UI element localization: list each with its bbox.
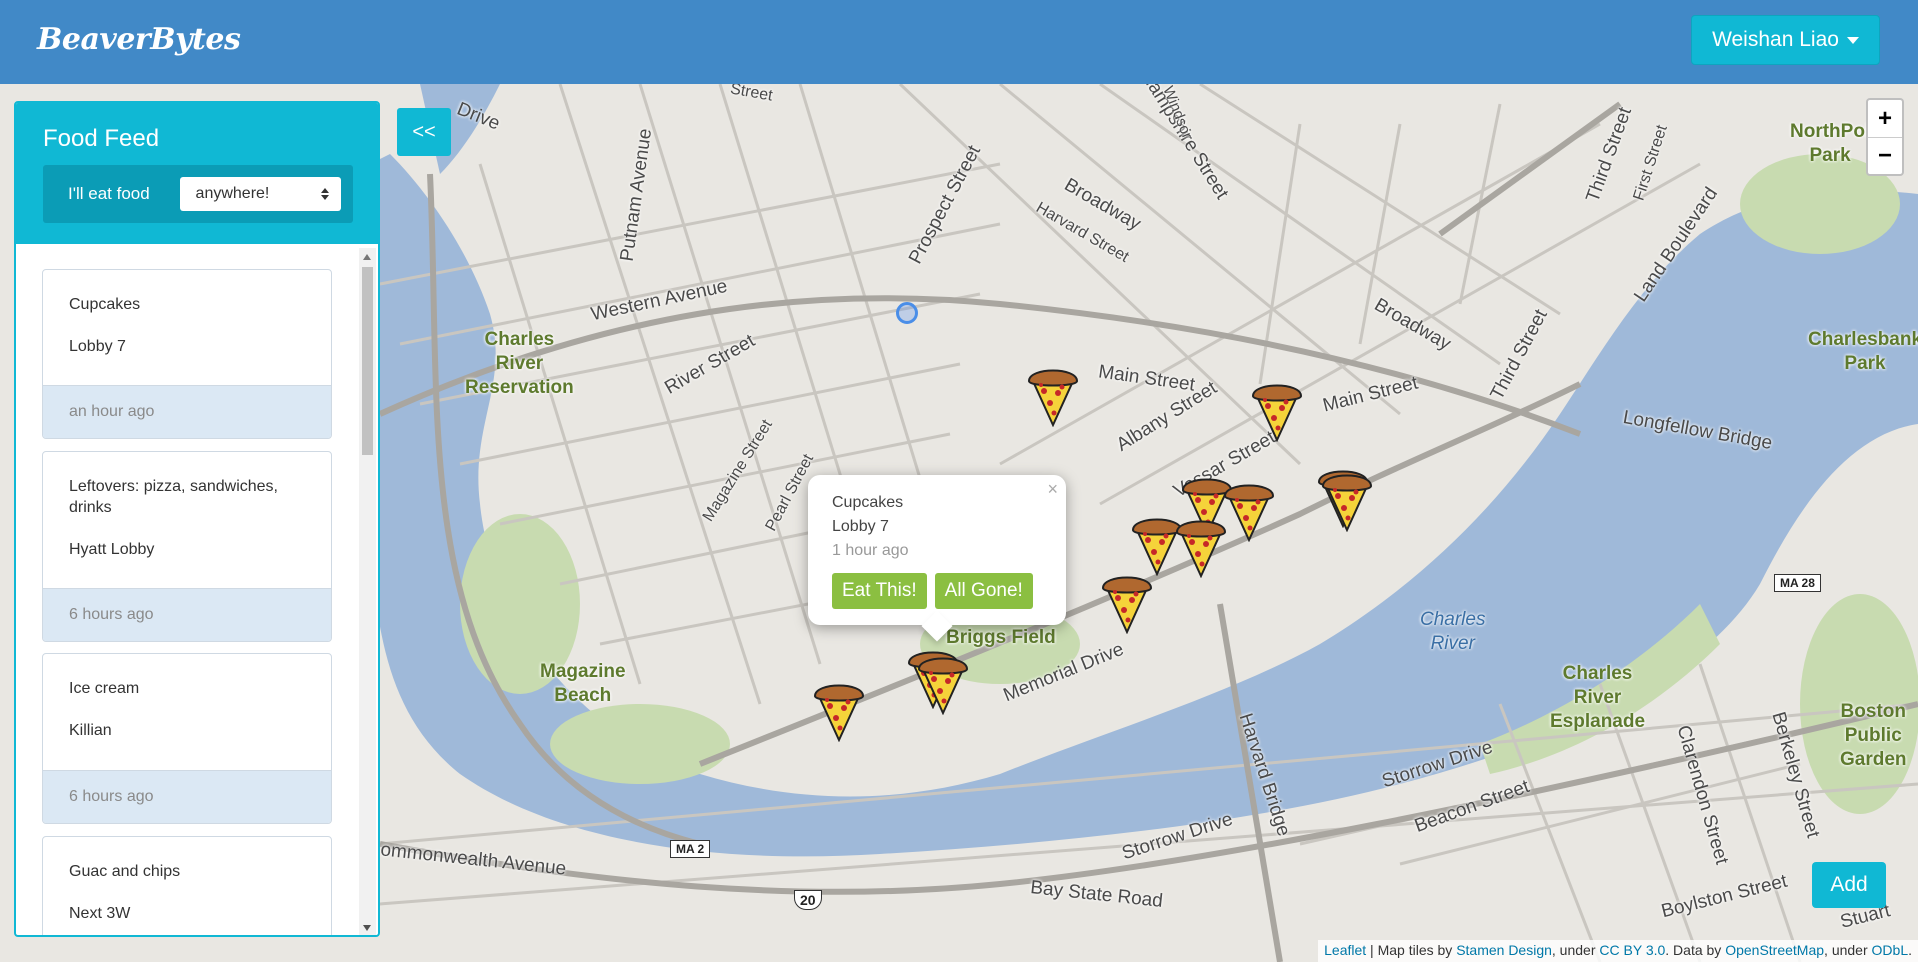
current-location-icon [896, 302, 918, 324]
feed-scrollbar[interactable] [359, 248, 376, 935]
scroll-up-icon[interactable] [363, 254, 371, 260]
pizza-slice-icon[interactable] [1320, 468, 1374, 533]
collapse-sidebar-button[interactable]: << [397, 108, 451, 156]
feed-card-title: Ice cream [69, 680, 140, 697]
stamen-link[interactable]: Stamen Design [1456, 942, 1552, 958]
feed-card-time: 6 hours ago [43, 770, 331, 823]
feed-card-time: 6 hours ago [43, 588, 331, 641]
attribution-text: , under [1824, 942, 1872, 958]
feed-card[interactable]: Cupcakes Lobby 7 an hour ago [42, 269, 332, 439]
feed-card-title: Cupcakes [69, 296, 141, 313]
location-select-value: anywhere! [195, 185, 270, 202]
scroll-down-icon[interactable] [363, 925, 371, 931]
location-select[interactable]: anywhere! [179, 177, 341, 211]
food-feed-sidebar: Food Feed I'll eat food anywhere! Cupcak… [14, 101, 380, 937]
pizza-slice-icon[interactable] [916, 651, 970, 716]
ccby-link[interactable]: CC BY 3.0 [1599, 942, 1665, 958]
feed-card-location: Lobby 7 [69, 338, 126, 355]
pizza-slice-icon[interactable] [1174, 514, 1228, 579]
water-label: Charles River [1420, 609, 1486, 654]
zoom-control: + − [1866, 98, 1904, 176]
attribution-text: | Map tiles by [1366, 942, 1457, 958]
park-label: Boston Public Garden [1840, 701, 1907, 770]
route-shield-us20: 20 [794, 890, 822, 910]
leaflet-link[interactable]: Leaflet [1324, 942, 1366, 958]
eat-this-button[interactable]: Eat This! [832, 573, 927, 609]
sidebar-title: Food Feed [43, 125, 160, 152]
feed-card[interactable]: Ice cream Killian 6 hours ago [42, 653, 332, 824]
food-popup: × Cupcakes Lobby 7 1 hour ago Eat This! … [808, 475, 1066, 625]
park-label: Charles River Esplanade [1550, 663, 1646, 732]
zoom-in-button[interactable]: + [1868, 100, 1902, 137]
popup-time: 1 hour ago [832, 542, 909, 559]
park-label: Magazine Beach [540, 661, 626, 706]
feed-card-time: an hour ago [43, 385, 331, 438]
popup-location: Lobby 7 [832, 518, 889, 535]
pizza-slice-icon[interactable] [1026, 363, 1080, 428]
feed-card-title: Guac and chips [69, 863, 181, 880]
location-filter: I'll eat food anywhere! [43, 165, 353, 223]
park-label: Charles River Reservation [465, 329, 574, 398]
add-food-button[interactable]: Add [1812, 862, 1886, 908]
attribution-text: , under [1551, 942, 1600, 958]
caret-down-icon [1846, 36, 1859, 44]
zoom-out-button[interactable]: − [1868, 137, 1902, 174]
feed-card-location: Next 3W [69, 905, 131, 922]
attribution-text: . Data by [1665, 942, 1726, 958]
park-label: NorthPoi Park [1790, 121, 1871, 166]
user-name: Weishan Liao [1712, 28, 1839, 51]
sidebar-header: Food Feed I'll eat food anywhere! [16, 103, 378, 244]
feed-card-title: Leftovers: pizza, sandwiches, drinks [69, 478, 278, 516]
scrollbar-thumb[interactable] [362, 267, 373, 455]
user-menu-button[interactable]: Weishan Liao [1691, 15, 1880, 65]
top-navbar: BeaverBytes Weishan Liao [0, 0, 1918, 84]
close-icon[interactable]: × [1047, 479, 1058, 500]
feed-card[interactable]: Leftovers: pizza, sandwiches, drinks Hya… [42, 451, 332, 642]
pizza-slice-icon[interactable] [1100, 570, 1154, 635]
pizza-slice-icon[interactable] [812, 678, 866, 743]
filter-label: I'll eat food [68, 184, 150, 203]
route-shield-ma2: MA 2 [670, 840, 711, 858]
food-feed-list[interactable]: Cupcakes Lobby 7 an hour ago Leftovers: … [16, 244, 378, 935]
odbl-link[interactable]: ODbL [1872, 942, 1909, 958]
feed-card-location: Hyatt Lobby [69, 541, 155, 558]
popup-title: Cupcakes [832, 494, 904, 511]
select-arrows-icon [321, 188, 329, 200]
brand-logo[interactable]: BeaverBytes [37, 22, 241, 57]
pizza-slice-icon[interactable] [1222, 478, 1276, 543]
park-label: Charlesbank Park [1808, 329, 1918, 374]
feed-card[interactable]: Guac and chips Next 3W [42, 836, 332, 935]
map-attribution: Leaflet | Map tiles by Stamen Design, un… [1318, 940, 1918, 962]
all-gone-button[interactable]: All Gone! [934, 573, 1033, 609]
feed-card-location: Killian [69, 722, 112, 739]
pizza-slice-icon[interactable] [1250, 378, 1304, 443]
attribution-text: . [1908, 942, 1912, 958]
osm-link[interactable]: OpenStreetMap [1725, 942, 1824, 958]
route-shield-ma28: MA 28 [1774, 574, 1821, 592]
park-label: Briggs Field [946, 627, 1056, 648]
